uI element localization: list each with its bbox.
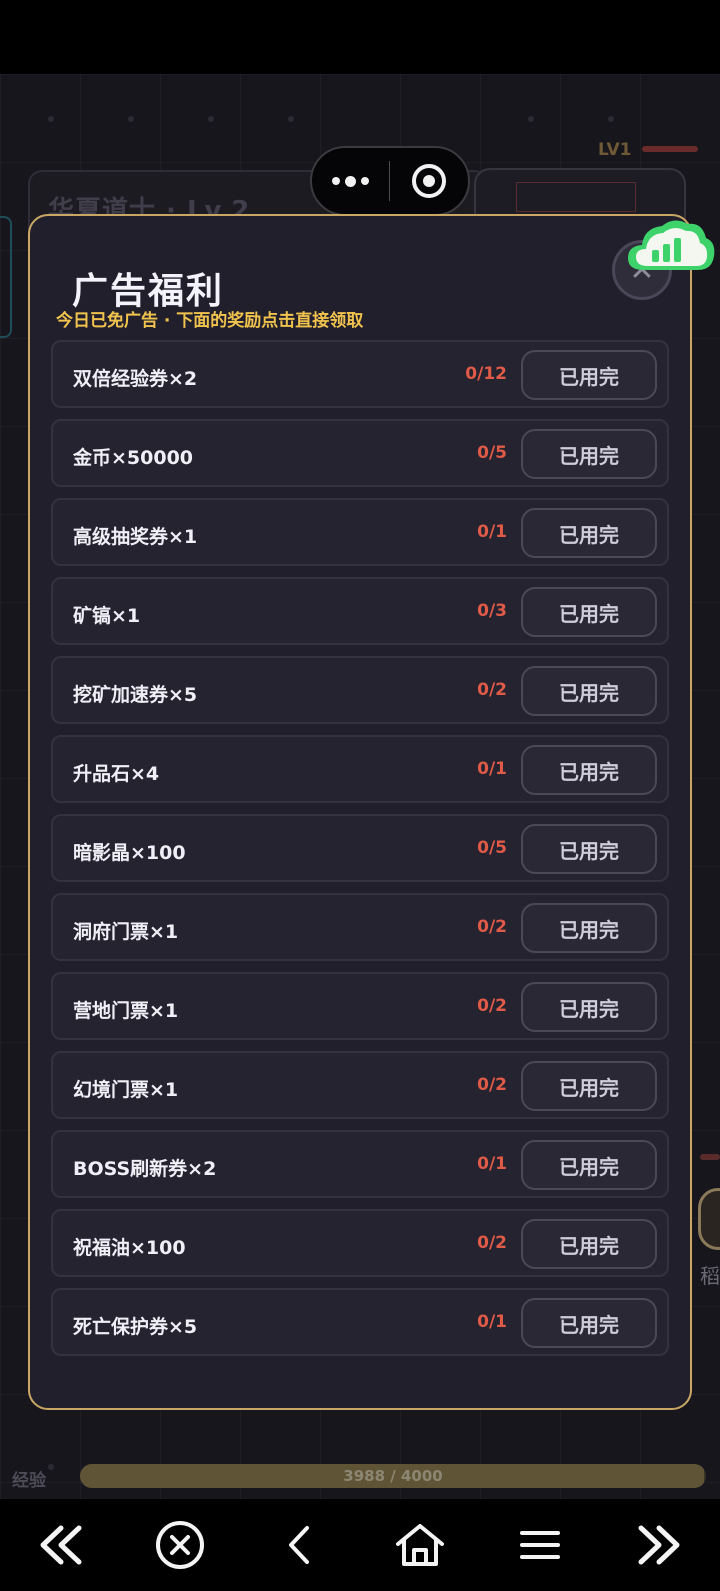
used-up-button[interactable]: 已用完 [521, 1061, 657, 1111]
reward-count: 0/2 [477, 1233, 507, 1253]
reward-count: 0/12 [465, 364, 507, 384]
reward-row: BOSS刷新券×2 0/1 已用完 [51, 1130, 669, 1198]
circle-x-icon[interactable] [135, 1510, 225, 1580]
double-chevron-right-icon[interactable] [615, 1510, 705, 1580]
reward-label: 死亡保护券×5 [73, 1316, 198, 1338]
reward-count: 0/2 [477, 1075, 507, 1095]
level-bar [642, 146, 698, 152]
reward-row: 幻境门票×1 0/2 已用完 [51, 1051, 669, 1119]
reward-count: 0/5 [477, 838, 507, 858]
reward-label: 暗影晶×100 [73, 842, 186, 864]
reward-label: BOSS刷新券×2 [73, 1158, 217, 1180]
home-icon[interactable] [375, 1510, 465, 1580]
reward-row: 营地门票×1 0/2 已用完 [51, 972, 669, 1040]
reward-count: 0/1 [477, 1154, 507, 1174]
dialog-subtitle: 今日已免广告 · 下面的奖励点击直接领取 [56, 311, 364, 331]
reward-label: 高级抽奖券×1 [73, 526, 198, 548]
used-up-button[interactable]: 已用完 [521, 982, 657, 1032]
right-side-label: 稻 [700, 1264, 720, 1288]
reward-count: 0/1 [477, 1312, 507, 1332]
right-side-icon[interactable] [698, 1188, 720, 1250]
bg-dot [528, 116, 534, 122]
exp-label: 经验 [12, 1471, 46, 1491]
reward-count: 0/2 [477, 680, 507, 700]
bg-dot [48, 116, 54, 122]
reward-label: 挖矿加速券×5 [73, 684, 198, 706]
bg-dot [208, 116, 214, 122]
used-up-button[interactable]: 已用完 [521, 587, 657, 637]
reward-label: 矿镐×1 [73, 605, 141, 627]
reward-label: 祝福油×100 [73, 1237, 186, 1259]
reward-row: 暗影晶×100 0/5 已用完 [51, 814, 669, 882]
exp-bar: 3988 / 4000 [80, 1464, 706, 1488]
used-up-button[interactable]: 已用完 [521, 745, 657, 795]
exp-text: 3988 / 4000 [343, 1467, 443, 1485]
used-up-button[interactable]: 已用完 [521, 1298, 657, 1348]
reward-row: 双倍经验券×2 0/12 已用完 [51, 340, 669, 408]
used-up-button[interactable]: 已用完 [521, 903, 657, 953]
double-chevron-left-icon[interactable] [15, 1510, 105, 1580]
menu-icon[interactable] [495, 1510, 585, 1580]
reward-row: 死亡保护券×5 0/1 已用完 [51, 1288, 669, 1356]
reward-count: 0/5 [477, 443, 507, 463]
reward-label: 双倍经验券×2 [73, 368, 198, 390]
reward-row: 升品石×4 0/1 已用完 [51, 735, 669, 803]
reward-row: 挖矿加速券×5 0/2 已用完 [51, 656, 669, 724]
used-up-button[interactable]: 已用完 [521, 429, 657, 479]
reward-label: 洞府门票×1 [73, 921, 179, 943]
reward-label: 升品石×4 [73, 763, 160, 785]
used-up-button[interactable]: 已用完 [521, 824, 657, 874]
reward-count: 0/3 [477, 601, 507, 621]
reward-row: 洞府门票×1 0/2 已用完 [51, 893, 669, 961]
reward-count: 0/1 [477, 522, 507, 542]
cloud-signal-icon [622, 212, 718, 282]
target-icon[interactable] [390, 148, 468, 214]
reward-row: 金币×50000 0/5 已用完 [51, 419, 669, 487]
used-up-button[interactable]: 已用完 [521, 508, 657, 558]
used-up-button[interactable]: 已用完 [521, 350, 657, 400]
reward-row: 矿镐×1 0/3 已用完 [51, 577, 669, 645]
bottom-navigation [0, 1499, 720, 1591]
reward-label: 金币×50000 [73, 447, 194, 469]
reward-row: 高级抽奖券×1 0/1 已用完 [51, 498, 669, 566]
bg-dot [48, 1464, 54, 1470]
reward-count: 0/2 [477, 996, 507, 1016]
reward-count: 0/2 [477, 917, 507, 937]
right-edge-mark [700, 1154, 720, 1160]
used-up-button[interactable]: 已用完 [521, 666, 657, 716]
used-up-button[interactable]: 已用完 [521, 1219, 657, 1269]
used-up-button[interactable]: 已用完 [521, 1140, 657, 1190]
more-dots-icon[interactable] [312, 148, 389, 214]
miniprogram-capsule [310, 146, 470, 216]
reward-row: 祝福油×100 0/2 已用完 [51, 1209, 669, 1277]
bg-dot [608, 116, 614, 122]
level-label: LV1 [598, 140, 632, 160]
reward-label: 营地门票×1 [73, 1000, 179, 1022]
minimap-frame [516, 182, 636, 212]
reward-count: 0/1 [477, 759, 507, 779]
bg-dot [288, 116, 294, 122]
bg-dot [128, 116, 134, 122]
left-edge-panel[interactable] [0, 216, 12, 338]
chevron-left-icon[interactable] [255, 1510, 345, 1580]
reward-label: 幻境门票×1 [73, 1079, 179, 1101]
